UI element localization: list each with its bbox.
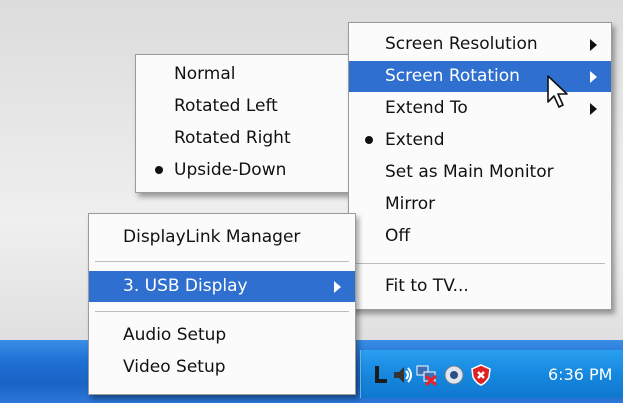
menu-item-label: Upside-Down xyxy=(174,160,287,180)
displaylink-icon[interactable] xyxy=(370,364,392,386)
menu-item-usb-display[interactable]: 3. USB Display xyxy=(89,271,355,302)
menu-item-mirror[interactable]: Mirror xyxy=(349,189,611,220)
menu-item-label: Video Setup xyxy=(123,357,226,377)
menu-item-label: 3. USB Display xyxy=(123,276,248,296)
mouse-pointer-icon xyxy=(547,75,568,108)
menu-item-normal[interactable]: Normal xyxy=(136,59,354,90)
menu-item-fit-to-tv[interactable]: Fit to TV... xyxy=(349,271,611,302)
menu-item-audio-setup[interactable]: Audio Setup xyxy=(89,320,355,351)
menu-item-video-setup[interactable]: Video Setup xyxy=(89,352,355,383)
network-disconnected-icon[interactable] xyxy=(416,364,438,386)
menu-item-displaylink-manager[interactable]: DisplayLink Manager xyxy=(89,222,355,253)
submenu-arrow-icon xyxy=(590,71,597,83)
tray-context-menu: DisplayLink Manager 3. USB Display Audio… xyxy=(88,213,356,395)
menu-item-rotated-right[interactable]: Rotated Right xyxy=(136,123,354,154)
taskbar-clock[interactable]: 6:36 PM xyxy=(548,365,612,384)
menu-item-label: Set as Main Monitor xyxy=(385,162,554,182)
menu-separator xyxy=(95,311,349,312)
volume-icon[interactable] xyxy=(392,364,414,386)
menu-item-label: Screen Rotation xyxy=(385,66,520,86)
update-icon[interactable] xyxy=(443,364,465,386)
menu-item-label: DisplayLink Manager xyxy=(123,227,301,247)
submenu-arrow-icon xyxy=(590,103,597,115)
menu-item-rotated-left[interactable]: Rotated Left xyxy=(136,91,354,122)
security-alert-icon[interactable] xyxy=(470,364,492,386)
menu-item-label: Screen Resolution xyxy=(385,34,538,54)
menu-item-label: Rotated Left xyxy=(174,96,278,116)
menu-item-label: Audio Setup xyxy=(123,325,227,345)
menu-item-label: Mirror xyxy=(385,194,436,214)
menu-item-upside-down[interactable]: Upside-Down xyxy=(136,155,354,186)
menu-item-label: Off xyxy=(385,226,411,246)
menu-item-label: Fit to TV... xyxy=(385,276,469,296)
menu-item-screen-resolution[interactable]: Screen Resolution xyxy=(349,29,611,60)
menu-item-set-as-main-monitor[interactable]: Set as Main Monitor xyxy=(349,157,611,188)
checked-bullet-icon xyxy=(155,166,163,174)
rotation-submenu: Normal Rotated Left Rotated Right Upside… xyxy=(135,54,355,193)
menu-item-label: Normal xyxy=(174,64,236,84)
menu-item-label: Extend To xyxy=(385,98,468,118)
menu-separator xyxy=(355,263,605,264)
submenu-arrow-icon xyxy=(334,281,341,293)
display-options-menu: Screen Resolution Screen Rotation Extend… xyxy=(348,22,612,310)
menu-item-label: Rotated Right xyxy=(174,128,291,148)
menu-item-label: Extend xyxy=(385,130,445,150)
checked-bullet-icon xyxy=(365,136,373,144)
submenu-arrow-icon xyxy=(590,39,597,51)
menu-separator xyxy=(95,261,349,262)
menu-item-extend[interactable]: Extend xyxy=(349,125,611,156)
menu-item-off[interactable]: Off xyxy=(349,221,611,252)
